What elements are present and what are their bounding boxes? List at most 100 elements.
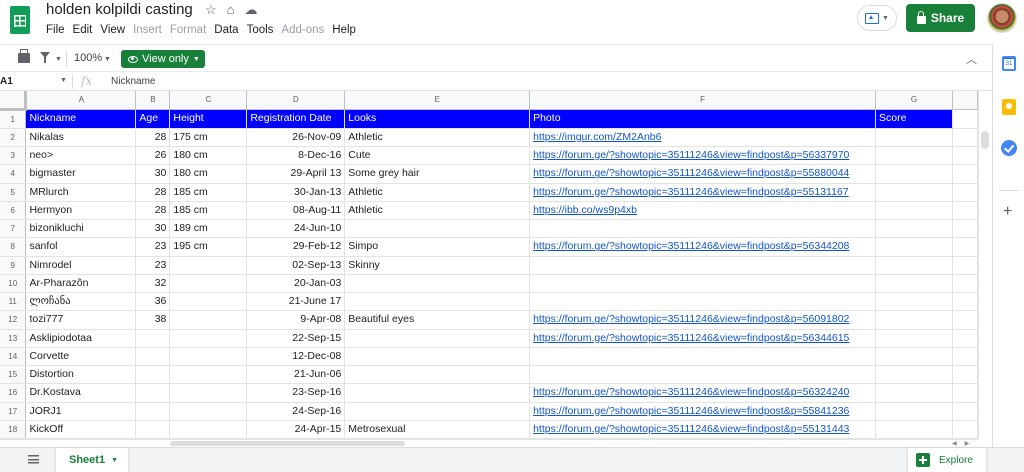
account-avatar[interactable] [987, 3, 1017, 33]
grid-cell[interactable]: 28 [135, 128, 171, 148]
grid-cell[interactable] [169, 292, 248, 312]
photo-link[interactable]: https://forum.ge/?showtopic=35111246&vie… [533, 405, 849, 417]
photo-link[interactable]: https://forum.ge/?showtopic=35111246&vie… [533, 423, 849, 435]
grid-cell[interactable]: Distortion [25, 365, 137, 385]
filter-chevron-down-icon[interactable]: ▼ [55, 56, 62, 63]
grid-cell[interactable]: Cute [344, 146, 531, 166]
grid-cell[interactable] [135, 347, 171, 367]
tasks-icon[interactable] [1001, 140, 1017, 156]
grid-cell[interactable] [875, 183, 953, 202]
grid-cell[interactable]: Athletic [344, 183, 531, 202]
grid-cell[interactable]: 28 [135, 201, 171, 221]
grid-cell[interactable]: Skinny [344, 256, 531, 275]
grid-cell[interactable] [344, 329, 531, 348]
header-cell[interactable]: Age [135, 109, 171, 129]
present-button[interactable]: ▼ [857, 5, 897, 31]
column-header-a[interactable]: A [25, 91, 137, 110]
grid-cell[interactable]: Metrosexual [344, 420, 531, 439]
grid-cell[interactable] [169, 383, 248, 403]
add-addon-icon[interactable]: + [1003, 204, 1012, 220]
row-header[interactable]: 14 [0, 347, 27, 367]
grid-cell[interactable]: 23 [135, 237, 171, 257]
grid-cell[interactable]: 38 [135, 310, 171, 330]
document-title[interactable]: holden kolpildi casting [46, 1, 193, 19]
horizontal-scrollbar[interactable]: ◀▶ [0, 439, 978, 447]
select-all-corner[interactable] [0, 91, 28, 111]
grid-cell[interactable]: bigmaster [25, 164, 137, 184]
grid-cell[interactable] [169, 347, 248, 367]
grid-cell[interactable]: 180 cm [169, 146, 248, 166]
menu-edit[interactable]: Edit [73, 22, 93, 38]
explore-button[interactable]: Explore [908, 448, 986, 472]
grid-cell[interactable]: https://forum.ge/?showtopic=35111246&vie… [529, 146, 877, 166]
grid-cell[interactable] [169, 256, 248, 275]
grid-cell[interactable]: sanfol [25, 237, 137, 257]
grid-cell[interactable] [875, 383, 953, 403]
grid-cell[interactable]: 30-Jan-13 [246, 183, 346, 202]
sheets-logo-icon[interactable] [10, 6, 30, 34]
grid-cell[interactable]: Athletic [344, 201, 531, 221]
row-header[interactable]: 12 [0, 310, 27, 330]
grid-cell[interactable] [952, 183, 978, 202]
menu-help[interactable]: Help [332, 22, 356, 38]
grid-cell[interactable]: https://ibb.co/ws9p4xb [529, 201, 877, 221]
grid-cell[interactable]: 23-Sep-16 [246, 383, 346, 403]
cloud-status-icon[interactable]: ☁ [245, 2, 258, 18]
grid-cell[interactable] [952, 256, 978, 275]
row-header[interactable]: 16 [0, 383, 27, 403]
photo-link[interactable]: https://ibb.co/ws9p4xb [533, 204, 637, 216]
menu-data[interactable]: Data [214, 22, 238, 38]
grid-cell[interactable]: 26-Nov-09 [246, 128, 346, 148]
grid-cell[interactable]: 30 [135, 219, 171, 239]
spreadsheet-grid[interactable]: ABCDEFG 1 Nickname Age Height Registration D… [0, 91, 978, 439]
grid-cell[interactable]: 8-Dec-16 [246, 146, 346, 166]
grid-cell[interactable] [529, 256, 877, 275]
grid-cell[interactable]: 02-Sep-13 [246, 256, 346, 275]
row-header[interactable]: 10 [0, 274, 27, 294]
grid-cell[interactable]: 12-Dec-08 [246, 347, 346, 367]
header-cell[interactable]: Nickname [25, 109, 137, 129]
vertical-scroll-thumb[interactable] [981, 131, 989, 149]
grid-cell[interactable] [135, 383, 171, 403]
row-header[interactable]: 17 [0, 402, 27, 421]
grid-cell[interactable]: 175 cm [169, 128, 248, 148]
formula-input[interactable]: Nickname [111, 76, 155, 87]
grid-cell[interactable] [169, 402, 248, 421]
view-only-button[interactable]: View only ▼ [121, 50, 205, 68]
chevron-down-icon[interactable]: ▼ [111, 457, 118, 464]
row-header[interactable]: 13 [0, 329, 27, 348]
grid-cell[interactable]: 36 [135, 292, 171, 312]
grid-cell[interactable] [875, 219, 953, 239]
grid-cell[interactable] [135, 365, 171, 385]
row-header[interactable]: 4 [0, 164, 27, 184]
grid-cell[interactable]: 29-Feb-12 [246, 237, 346, 257]
grid-cell[interactable] [875, 292, 953, 312]
grid-cell[interactable]: Simpo [344, 237, 531, 257]
row-header[interactable]: 18 [0, 420, 27, 439]
grid-cell[interactable]: bizonikluchi [25, 219, 137, 239]
grid-cell[interactable]: JORJ1 [25, 402, 137, 421]
menu-tools[interactable]: Tools [247, 22, 274, 38]
row-header[interactable]: 1 [0, 109, 27, 129]
grid-cell[interactable] [135, 420, 171, 439]
menu-file[interactable]: File [46, 22, 65, 38]
grid-cell[interactable]: https://forum.ge/?showtopic=35111246&vie… [529, 310, 877, 330]
grid-cell[interactable] [169, 310, 248, 330]
grid-cell[interactable] [169, 274, 248, 294]
photo-link[interactable]: https://forum.ge/?showtopic=35111246&vie… [533, 313, 849, 325]
grid-cell[interactable]: 180 cm [169, 164, 248, 184]
grid-cell[interactable] [952, 402, 978, 421]
row-header[interactable]: 2 [0, 128, 27, 148]
grid-cell[interactable] [875, 329, 953, 348]
all-sheets-menu-icon[interactable] [28, 455, 39, 464]
grid-cell[interactable] [344, 365, 531, 385]
photo-link[interactable]: https://forum.ge/?showtopic=35111246&vie… [533, 149, 849, 161]
photo-link[interactable]: https://forum.ge/?showtopic=35111246&vie… [533, 386, 849, 398]
name-box[interactable]: A1 [0, 76, 13, 87]
grid-cell[interactable] [135, 329, 171, 348]
column-header-g[interactable]: G [875, 91, 953, 110]
grid-cell[interactable]: Corvette [25, 347, 137, 367]
menu-format[interactable]: Format [170, 22, 206, 38]
grid-cell[interactable] [875, 402, 953, 421]
grid-cell[interactable]: 24-Jun-10 [246, 219, 346, 239]
